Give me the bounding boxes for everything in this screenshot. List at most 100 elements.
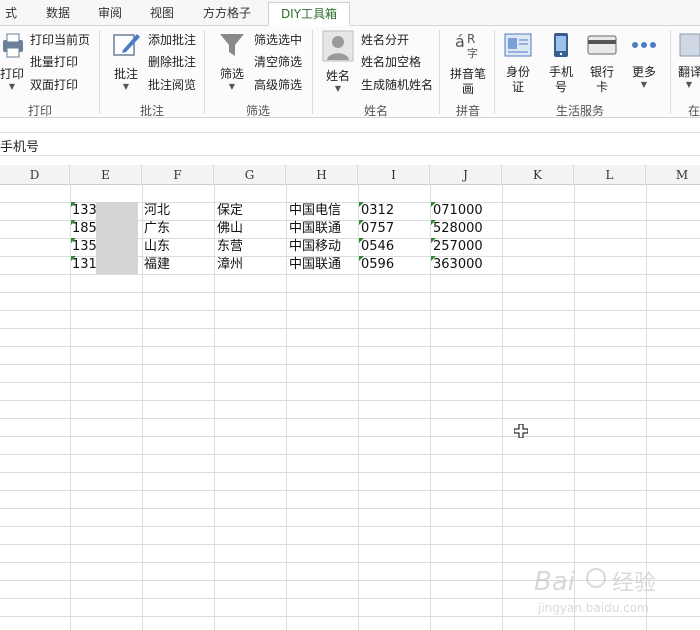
column-header-k[interactable]: K <box>502 165 574 185</box>
baidu-watermark: Bai 经验 jingyan.baidu.com <box>528 556 698 622</box>
column-header-m[interactable]: M <box>646 165 700 185</box>
grid-line <box>142 185 143 630</box>
pinyin-label-line1: 拼音笔 <box>449 67 486 81</box>
group-label-pinyin: 拼音 <box>455 104 480 118</box>
table-cell-phone[interactable]: 131 <box>72 256 97 274</box>
table-cell-postcode[interactable]: 071000 <box>433 202 483 220</box>
column-header-d[interactable]: D <box>0 165 70 185</box>
view-comments-button[interactable]: 批注阅览 <box>148 75 196 95</box>
table-cell-city[interactable]: 佛山 <box>217 220 243 238</box>
tab-formula[interactable]: 式 <box>0 2 22 26</box>
batch-print-button[interactable]: 批量打印 <box>30 52 78 72</box>
tab-diy-toolbox[interactable]: DIY工具箱 <box>268 2 350 26</box>
chevron-down-icon: ▼ <box>685 80 693 89</box>
bank-card-button[interactable]: 银行 卡 <box>584 32 620 95</box>
translate-button[interactable]: 翻译 ▼ <box>678 32 700 90</box>
tab-fangfang[interactable]: 方方格子 <box>196 2 258 26</box>
translate-icon <box>679 33 700 57</box>
table-cell-phone[interactable]: 133 <box>72 202 97 220</box>
table-cell-province[interactable]: 广东 <box>144 220 170 238</box>
grid-line <box>70 185 71 630</box>
id-card-icon <box>504 33 532 57</box>
column-header-i[interactable]: I <box>358 165 430 185</box>
id-card-button[interactable]: 身份 证 <box>500 32 536 95</box>
watermark-brand: Bai <box>534 567 576 597</box>
svg-text:R: R <box>467 32 475 46</box>
table-cell-area-code[interactable]: 0312 <box>361 202 394 220</box>
redacted-area <box>96 256 138 274</box>
table-cell-area-code[interactable]: 0757 <box>361 220 394 238</box>
tab-data[interactable]: 数据 <box>38 2 78 26</box>
tab-review[interactable]: 审阅 <box>90 2 130 26</box>
translate-label: 翻译 <box>678 65 700 79</box>
print-current-page-button[interactable]: 打印当前页 <box>30 30 90 50</box>
table-cell-city[interactable]: 保定 <box>217 202 243 220</box>
group-label-filter: 筛选 <box>245 104 270 118</box>
group-label-translate: 在 <box>688 104 700 118</box>
bank-card-icon <box>587 35 617 55</box>
ribbon: 打印 ▼ 打印当前页 批量打印 双面打印 打印 批注 ▼ 添加批注 删除批注 批… <box>0 26 700 118</box>
chevron-down-icon: ▼ <box>8 82 16 91</box>
table-cell-carrier[interactable]: 中国联通 <box>289 220 341 238</box>
print-button[interactable]: 打印 ▼ <box>0 32 24 92</box>
group-label-comment: 批注 <box>139 104 164 118</box>
column-header-g[interactable]: G <box>214 165 286 185</box>
table-cell-area-code[interactable]: 0596 <box>361 256 394 274</box>
comment-button[interactable]: 批注 ▼ <box>106 30 146 92</box>
formula-bar[interactable]: 手机号 <box>0 132 700 156</box>
duplex-print-button[interactable]: 双面打印 <box>30 75 78 95</box>
tab-view[interactable]: 视图 <box>142 2 182 26</box>
column-header-f[interactable]: F <box>142 165 214 185</box>
random-name-button[interactable]: 生成随机姓名 <box>361 75 433 95</box>
column-header-e[interactable]: E <box>70 165 142 185</box>
phone-label-line2: 号 <box>554 80 567 94</box>
split-name-button[interactable]: 姓名分开 <box>361 30 409 50</box>
table-cell-province[interactable]: 河北 <box>144 202 170 220</box>
phone-number-button[interactable]: 手机 号 <box>543 32 579 95</box>
advanced-filter-button[interactable]: 高级筛选 <box>254 75 302 95</box>
pinyin-stroke-button[interactable]: á R 字 拼音笔 画 <box>444 30 492 97</box>
add-comment-button[interactable]: 添加批注 <box>148 30 196 50</box>
id-card-label-line1: 身份 <box>505 65 530 79</box>
table-cell-postcode[interactable]: 363000 <box>433 256 483 274</box>
chevron-down-icon: ▼ <box>228 82 236 91</box>
table-cell-carrier[interactable]: 中国移动 <box>289 238 341 256</box>
grid-line <box>214 185 215 630</box>
formula-bar-content: 手机号 <box>0 140 40 155</box>
bank-card-label-line1: 银行 <box>589 65 614 79</box>
redacted-area <box>96 220 138 238</box>
column-header-l[interactable]: L <box>574 165 646 185</box>
column-header-row: D E F G H I J K L M <box>0 165 700 185</box>
mobile-phone-icon <box>554 33 568 57</box>
table-cell-province[interactable]: 福建 <box>144 256 170 274</box>
table-cell-carrier[interactable]: 中国联通 <box>289 256 341 274</box>
comment-edit-icon <box>113 34 140 56</box>
filter-label: 筛选 <box>219 67 244 81</box>
column-header-j[interactable]: J <box>430 165 502 185</box>
table-cell-postcode[interactable]: 257000 <box>433 238 483 256</box>
name-button[interactable]: 姓名 ▼ <box>318 30 358 94</box>
filter-button[interactable]: 筛选 ▼ <box>212 30 252 92</box>
more-label: 更多 <box>631 65 656 79</box>
table-cell-phone[interactable]: 185 <box>72 220 97 238</box>
chevron-down-icon: ▼ <box>122 82 130 91</box>
more-button[interactable]: 更多 ▼ <box>626 32 662 90</box>
bank-card-label-line2: 卡 <box>595 80 608 94</box>
table-cell-province[interactable]: 山东 <box>144 238 170 256</box>
cell-select-cursor-icon <box>514 424 528 438</box>
more-dots-icon <box>632 42 656 48</box>
delete-comment-button[interactable]: 删除批注 <box>148 52 196 72</box>
table-cell-city[interactable]: 漳州 <box>217 256 243 274</box>
funnel-icon <box>220 34 244 56</box>
table-cell-phone[interactable]: 135 <box>72 238 97 256</box>
phone-label-line1: 手机 <box>548 65 573 79</box>
filter-selected-button[interactable]: 筛选选中 <box>254 30 302 50</box>
table-cell-postcode[interactable]: 528000 <box>433 220 483 238</box>
table-cell-carrier[interactable]: 中国电信 <box>289 202 341 220</box>
column-header-h[interactable]: H <box>286 165 358 185</box>
name-add-space-button[interactable]: 姓名加空格 <box>361 52 421 72</box>
redacted-area <box>96 238 138 256</box>
table-cell-city[interactable]: 东营 <box>217 238 243 256</box>
clear-filter-button[interactable]: 清空筛选 <box>254 52 302 72</box>
table-cell-area-code[interactable]: 0546 <box>361 238 394 256</box>
